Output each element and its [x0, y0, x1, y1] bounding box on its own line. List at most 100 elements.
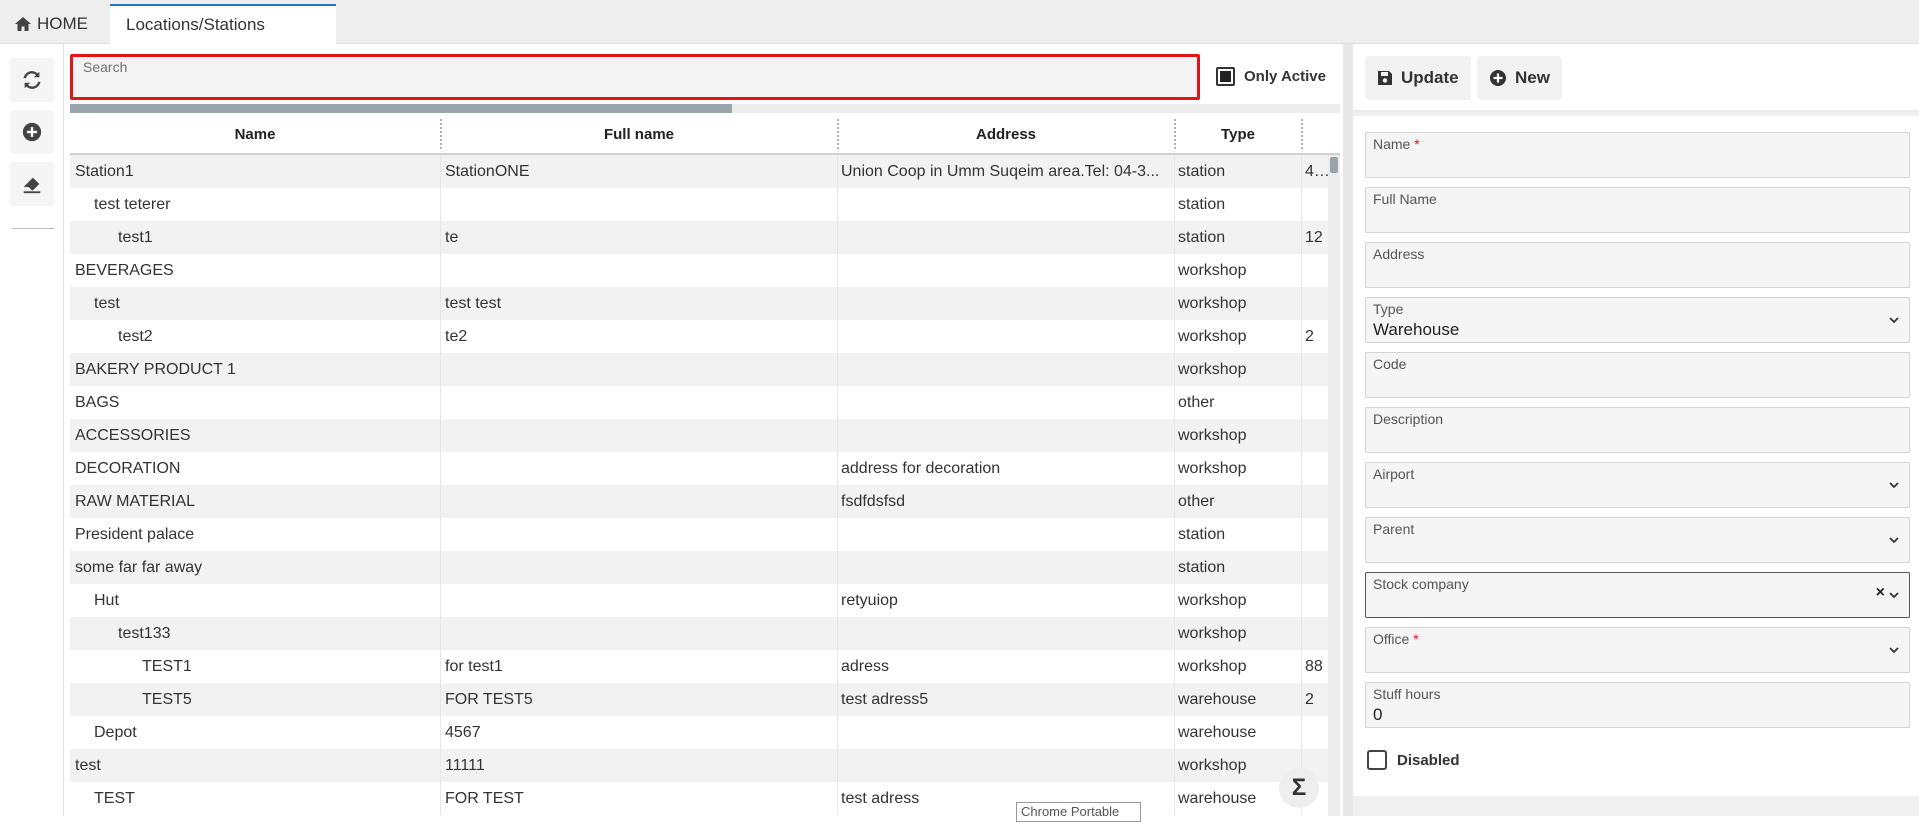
cell-divider [440, 782, 441, 815]
cell-address: address for decoration [841, 460, 1001, 477]
vertical-scrollbar[interactable] [1328, 155, 1340, 816]
cell-full [445, 353, 830, 386]
airport-select[interactable]: Airport [1365, 462, 1910, 508]
cell-divider [1301, 386, 1302, 419]
horizontal-scrollbar[interactable] [70, 104, 1340, 113]
cell-divider [837, 419, 838, 452]
description-field[interactable]: Description [1365, 407, 1910, 453]
cell-divider [440, 485, 441, 518]
cell-divider [440, 254, 441, 287]
disabled-checkbox[interactable]: Disabled [1367, 748, 1460, 772]
cell-type: other [1178, 394, 1215, 411]
table-row[interactable]: TEST5 FOR TEST5 test adress5 warehouse 2 [70, 683, 1328, 716]
cell-full [445, 419, 830, 452]
column-header-address[interactable]: Address [838, 115, 1174, 153]
column-header-name[interactable]: Name [70, 115, 440, 153]
new-button[interactable]: New [1477, 56, 1562, 100]
cell-divider [1174, 287, 1175, 320]
table-row[interactable]: BAGS other [70, 386, 1328, 419]
table-row[interactable]: test1 te station 12 [70, 221, 1328, 254]
clear-icon[interactable]: × [1876, 584, 1885, 602]
table-row[interactable]: some far far away station [70, 551, 1328, 584]
summary-button[interactable]: Σ [1279, 768, 1319, 808]
cell-type: workshop [1178, 658, 1247, 675]
address-field[interactable]: Address [1365, 242, 1910, 288]
table-row[interactable]: RAW MATERIAL fsdfdsfsd other [70, 485, 1328, 518]
table-row[interactable]: test133 workshop [70, 617, 1328, 650]
table-row[interactable]: President palace station [70, 518, 1328, 551]
checkbox-empty-icon [1367, 750, 1387, 770]
checkbox-checked-icon [1216, 66, 1235, 86]
type-label: Type [1373, 301, 1404, 317]
cell-divider [837, 287, 838, 320]
save-icon [1378, 71, 1392, 85]
tooltip: Chrome Portable [1016, 802, 1141, 822]
cell-name: some far far away [75, 559, 203, 576]
cell-divider [1174, 188, 1175, 221]
cell-divider [440, 452, 441, 485]
panel-divider[interactable] [1343, 44, 1353, 816]
eraser-icon [23, 177, 41, 194]
cell-divider [1174, 551, 1175, 584]
stock-company-select[interactable]: Stock company × [1365, 572, 1910, 618]
cell-name: BAGS [75, 394, 120, 411]
table-row[interactable]: Station1 StationONE Union Coop in Umm Suqe… [70, 155, 1330, 188]
cell-name: DECORATION [75, 460, 181, 477]
cell-full [445, 386, 830, 419]
cell-type: warehouse [1178, 691, 1257, 708]
cell-name: Depot [94, 724, 137, 741]
type-select[interactable]: Type Warehouse [1365, 297, 1910, 343]
cell-type: workshop [1178, 262, 1247, 279]
search-box[interactable]: Search [70, 54, 1200, 100]
table-row[interactable]: test 11111 workshop [70, 749, 1328, 782]
table-row[interactable]: BEVERAGES workshop [70, 254, 1328, 287]
cell-divider [837, 650, 838, 683]
table-row[interactable]: ACCESSORIES workshop [70, 419, 1328, 452]
tab-home[interactable]: HOME [0, 4, 110, 44]
cell-type: station [1178, 526, 1226, 543]
add-button[interactable] [10, 110, 54, 154]
table-row[interactable]: test teterer station [70, 188, 1328, 221]
cell-divider [1301, 155, 1302, 188]
column-resizer[interactable] [1301, 119, 1303, 149]
refresh-icon [23, 71, 41, 89]
cell-divider [837, 485, 838, 518]
search-input[interactable] [83, 77, 1183, 97]
stuff-hours-field[interactable]: Stuff hours 0 [1365, 682, 1910, 728]
full-name-field[interactable]: Full Name [1365, 187, 1910, 233]
cell-type: station [1178, 196, 1226, 213]
tab-locations-stations[interactable]: Locations/Stations [110, 4, 336, 44]
cell-divider [1301, 518, 1302, 551]
cell-address [841, 287, 1161, 320]
column-header-type[interactable]: Type [1175, 115, 1301, 153]
table-row[interactable]: test2 te2 workshop 2 [70, 320, 1328, 353]
refresh-button[interactable] [10, 58, 54, 102]
table-row[interactable]: BAKERY PRODUCT 1 workshop [70, 353, 1328, 386]
table-row[interactable]: TEST1 for test1 adress workshop 88 [70, 650, 1328, 683]
type-value: Warehouse [1373, 320, 1460, 339]
cell-divider [440, 617, 441, 650]
cell-address [841, 188, 1161, 221]
name-field[interactable]: Name * [1365, 132, 1910, 178]
cell-full: te2 [445, 328, 468, 345]
update-button[interactable]: Update [1365, 56, 1471, 100]
only-active-checkbox[interactable]: Only Active [1216, 64, 1326, 88]
cell-divider [440, 353, 441, 386]
column-header-full-name[interactable]: Full name [441, 115, 837, 153]
cell-type: workshop [1178, 361, 1247, 378]
office-select[interactable]: Office * [1365, 627, 1910, 673]
table-row[interactable]: DECORATION address for decoration workshop [70, 452, 1328, 485]
code-field[interactable]: Code [1365, 352, 1910, 398]
cell-divider [1301, 254, 1302, 287]
clear-button[interactable] [10, 162, 54, 206]
table-row[interactable]: Hut retyuiop workshop [70, 584, 1328, 617]
cell-address [841, 254, 1161, 287]
table-row[interactable]: Depot 4567 warehouse [70, 716, 1328, 749]
parent-select[interactable]: Parent [1365, 517, 1910, 563]
table-row[interactable]: test test test workshop [70, 287, 1328, 320]
cell-extra [1305, 188, 1330, 221]
cell-name: BEVERAGES [75, 262, 174, 279]
vertical-scroll-thumb[interactable] [1330, 157, 1338, 173]
cell-divider [1301, 353, 1302, 386]
horizontal-scroll-thumb[interactable] [70, 104, 732, 113]
